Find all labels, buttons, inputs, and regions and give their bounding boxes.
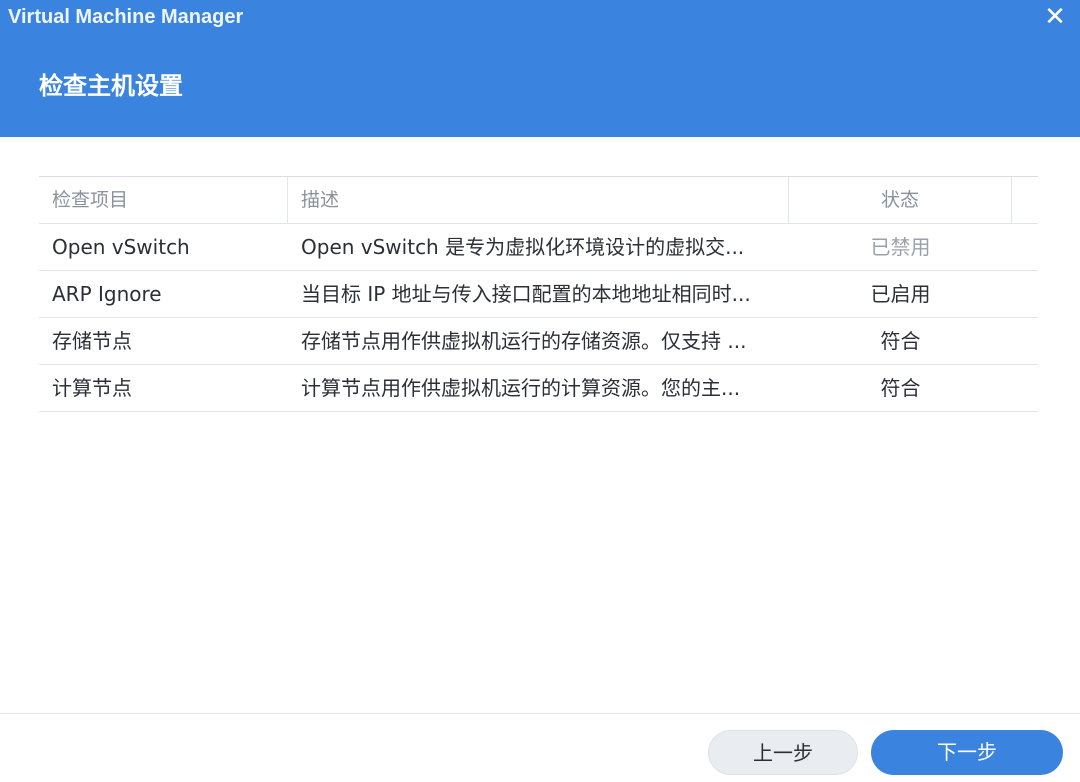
row-status: 符合 <box>880 329 921 353</box>
row-status: 符合 <box>880 376 921 400</box>
row-status: 已启用 <box>870 282 931 306</box>
row-status: 已禁用 <box>870 235 931 259</box>
row-description: 计算节点用作供虚拟机运行的计算资源。您的主... <box>301 376 741 400</box>
next-button[interactable]: 下一步 <box>871 730 1063 775</box>
row-description: Open vSwitch 是专为虚拟化环境设计的虚拟交... <box>301 235 745 259</box>
dialog-header: Virtual Machine Manager ✕ 检查主机设置 <box>0 0 1080 137</box>
footer-divider <box>0 713 1080 714</box>
vmm-dialog: Virtual Machine Manager ✕ 检查主机设置 检查项目 描述… <box>0 0 1080 782</box>
table-header: 检查项目 描述 状态 <box>39 177 1038 224</box>
row-item: ARP Ignore <box>52 282 162 306</box>
column-header-status[interactable]: 状态 <box>789 177 1012 223</box>
close-icon[interactable]: ✕ <box>1042 4 1068 30</box>
table-row[interactable]: 存储节点 存储节点用作供虚拟机运行的存储资源。仅支持 ... 符合 <box>39 318 1038 365</box>
page-title: 检查主机设置 <box>39 72 183 100</box>
previous-button[interactable]: 上一步 <box>708 730 858 775</box>
row-item: 存储节点 <box>52 329 132 353</box>
app-title: Virtual Machine Manager <box>8 6 244 28</box>
row-item: 计算节点 <box>52 376 132 400</box>
row-description: 存储节点用作供虚拟机运行的存储资源。仅支持 ... <box>301 329 747 353</box>
table-row[interactable]: ARP Ignore 当目标 IP 地址与传入接口配置的本地地址相同时... 已… <box>39 271 1038 318</box>
row-item: Open vSwitch <box>52 235 190 259</box>
table-row[interactable]: 计算节点 计算节点用作供虚拟机运行的计算资源。您的主... 符合 <box>39 365 1038 412</box>
row-description: 当目标 IP 地址与传入接口配置的本地地址相同时... <box>301 282 751 306</box>
host-check-table: 检查项目 描述 状态 Open vSwitch Open vSwitch 是专为… <box>39 176 1038 412</box>
column-header-description[interactable]: 描述 <box>288 177 789 223</box>
column-header-item[interactable]: 检查项目 <box>39 177 288 223</box>
table-row[interactable]: Open vSwitch Open vSwitch 是专为虚拟化环境设计的虚拟交… <box>39 224 1038 271</box>
